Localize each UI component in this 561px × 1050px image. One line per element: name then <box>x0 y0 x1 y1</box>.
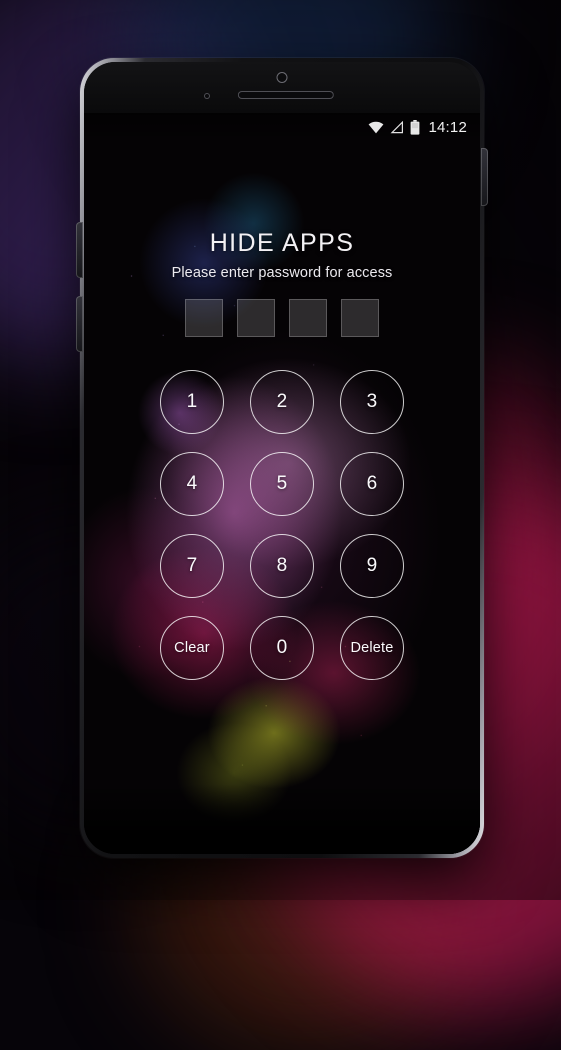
phone-screen: 14:12 HIDE APPS Please enter password fo… <box>84 113 480 854</box>
pin-indicator-group <box>185 299 379 337</box>
key-4[interactable]: 4 <box>160 452 224 516</box>
pin-indicator-cell <box>289 299 327 337</box>
phone-screen-assembly: 14:12 HIDE APPS Please enter password fo… <box>84 62 480 854</box>
pin-keypad: 123 456 789 Clear 0 Delete <box>147 361 417 689</box>
status-bar-clock: 14:12 <box>428 119 467 136</box>
wifi-icon <box>368 121 384 134</box>
lock-screen: HIDE APPS Please enter password for acce… <box>84 113 480 854</box>
phone-top-bezel <box>84 62 480 113</box>
key-delete[interactable]: Delete <box>340 616 404 680</box>
battery-icon <box>410 120 420 135</box>
key-2[interactable]: 2 <box>250 370 314 434</box>
pin-indicator-cell <box>185 299 223 337</box>
front-camera-icon <box>277 72 288 83</box>
earpiece-speaker-icon <box>238 91 334 99</box>
key-clear[interactable]: Clear <box>160 616 224 680</box>
status-bar: 14:12 <box>84 113 480 141</box>
key-1[interactable]: 1 <box>160 370 224 434</box>
phone-device: 14:12 HIDE APPS Please enter password fo… <box>80 58 484 858</box>
volume-up-button[interactable] <box>76 222 83 278</box>
key-7[interactable]: 7 <box>160 534 224 598</box>
key-3[interactable]: 3 <box>340 370 404 434</box>
page-title: HIDE APPS <box>210 229 355 258</box>
pin-indicator-cell <box>341 299 379 337</box>
volume-down-button[interactable] <box>76 296 83 352</box>
page-subtitle: Please enter password for access <box>172 265 393 281</box>
signal-icon <box>390 121 404 134</box>
pin-indicator-cell <box>237 299 275 337</box>
key-5[interactable]: 5 <box>250 452 314 516</box>
power-button[interactable] <box>481 148 488 206</box>
key-0[interactable]: 0 <box>250 616 314 680</box>
proximity-sensor-icon <box>204 93 210 99</box>
key-9[interactable]: 9 <box>340 534 404 598</box>
key-8[interactable]: 8 <box>250 534 314 598</box>
key-6[interactable]: 6 <box>340 452 404 516</box>
